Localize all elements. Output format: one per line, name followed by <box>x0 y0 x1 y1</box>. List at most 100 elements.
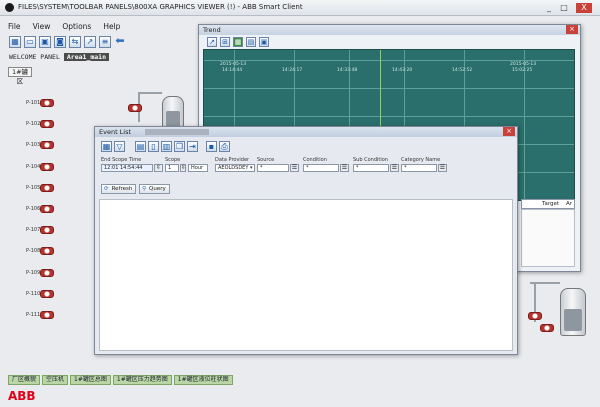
export-icon[interactable]: ⇥ <box>187 141 198 152</box>
pump-label: P-103 <box>26 142 41 149</box>
trend-title: Trend <box>199 25 580 35</box>
menu-bar: File View Options Help <box>8 22 120 33</box>
trend-table-body <box>521 209 575 267</box>
pump-label: P-110 <box>26 290 41 297</box>
pump-p-101[interactable] <box>40 99 54 107</box>
provider-field[interactable]: AEOLDSDEY <box>215 164 255 172</box>
trend-zoom-icon[interactable]: ⊞ <box>220 37 230 47</box>
minimize-button[interactable]: _ <box>543 3 555 13</box>
trend-time-label: 14:24:17 <box>282 68 303 73</box>
trend-date-label: 2015-05-13 <box>220 62 247 67</box>
col-target: Target <box>542 201 560 207</box>
pump-p-103[interactable] <box>40 141 54 150</box>
tab-tank-level-bars[interactable]: 1#罐区液位柱状图 <box>173 375 233 385</box>
trend-settings-icon[interactable]: ▣ <box>259 37 269 47</box>
menu-view[interactable]: View <box>33 22 51 33</box>
tank-graphic-right <box>560 288 586 336</box>
pump-p-102[interactable] <box>40 120 54 129</box>
trend-close-button[interactable]: × <box>566 25 578 34</box>
scope-label: Scope <box>165 157 181 163</box>
trend-chart-icon[interactable]: ↗ <box>207 37 217 47</box>
pump-label: P-108 <box>26 248 41 255</box>
category-browse-button[interactable]: ☰ <box>438 164 447 172</box>
category-label: Category Name <box>401 157 441 163</box>
pump-label: P-106 <box>26 206 41 212</box>
window-title: FILES\SYSTEM\TOOLBAR PANELS\800XA GRAPHI… <box>18 3 303 11</box>
pump-label: P-111 <box>26 312 41 318</box>
chart-bars-icon[interactable]: ▥ <box>161 141 172 152</box>
subcondition-field[interactable]: * <box>353 164 389 172</box>
pump-label: P-105 <box>26 184 41 191</box>
trend-time-label: 14:52:52 <box>452 68 473 73</box>
pump-p-105[interactable] <box>40 183 54 192</box>
back-arrow-icon[interactable]: ⬅ <box>114 35 126 48</box>
pump-graphic[interactable] <box>540 324 554 332</box>
pump-label: P-109 <box>26 269 41 276</box>
window-icon[interactable]: ▭ <box>24 36 36 48</box>
trend-table-header: Target Ar <box>521 199 575 209</box>
chart-icon[interactable]: ▦ <box>9 36 21 48</box>
trend-hgrid-line <box>204 60 574 61</box>
pump-p-104[interactable] <box>40 162 54 171</box>
menu-help[interactable]: Help <box>103 22 120 33</box>
trend-hgrid-line <box>204 88 574 89</box>
event-list-close-button[interactable]: × <box>503 127 515 136</box>
menu-file[interactable]: File <box>8 22 21 33</box>
source-field[interactable]: * <box>257 164 289 172</box>
tab-tank-area-overview[interactable]: 1#罐区总图 <box>70 375 111 385</box>
area-button[interactable]: 1#罐区 <box>8 67 32 85</box>
abb-logo: ABB <box>8 389 36 403</box>
pump-label: P-101 <box>26 100 41 106</box>
area-name[interactable]: Area1_main <box>63 53 110 61</box>
maximize-button[interactable]: □ <box>558 3 570 13</box>
category-field[interactable]: * <box>401 164 437 172</box>
trend-toolbar: ↗ ⊞ ▦ ▤ ▣ <box>207 37 269 47</box>
refresh-button[interactable]: ⟳ Refresh <box>101 184 137 194</box>
list-icon[interactable]: ≡ <box>99 36 111 48</box>
pump-p-111[interactable] <box>40 311 54 319</box>
pump-p-109[interactable] <box>40 268 54 277</box>
close-button[interactable]: X <box>576 3 592 13</box>
trend-table-icon[interactable]: ▤ <box>246 37 256 47</box>
chart-icon[interactable]: ▦ <box>101 141 112 152</box>
pump-p-108[interactable] <box>40 247 54 256</box>
display-icon[interactable]: ▣ <box>39 36 51 48</box>
pump-p-106[interactable] <box>40 205 54 213</box>
tab-plant-overview[interactable]: 厂区概貌 <box>8 375 41 385</box>
pump-p-110[interactable] <box>40 289 54 298</box>
trend-icon[interactable]: ↗ <box>84 36 96 48</box>
tab-tank-pressure-trend[interactable]: 1#罐区压力趋势图 <box>112 375 172 385</box>
scope-unit[interactable]: Hour <box>188 164 208 172</box>
end-time-field[interactable]: 12:01 14:54:44 <box>101 164 153 172</box>
copy-icon[interactable]: ❐ <box>174 141 185 152</box>
pump-graphic[interactable] <box>528 312 542 320</box>
chevron-down-icon[interactable]: ▾ <box>250 165 253 171</box>
print-icon[interactable]: ⎙ <box>219 141 230 152</box>
condition-field[interactable]: * <box>303 164 339 172</box>
event-list-table[interactable] <box>99 199 513 351</box>
pump-p-107[interactable] <box>40 226 54 235</box>
tab-compressor[interactable]: 空压机 <box>42 375 69 385</box>
trend-run-icon[interactable]: ▦ <box>233 37 243 47</box>
scope-field[interactable]: 1 <box>165 164 179 172</box>
camera-icon[interactable]: ◙ <box>54 36 66 48</box>
filter-icon[interactable]: ▽ <box>114 141 125 152</box>
event-list-window: Event List × ▦ ▽ ▤ ▯ ▥ ❐ ⇥ ▪ ⎙ End Scope… <box>94 126 518 355</box>
menu-options[interactable]: Options <box>62 22 91 33</box>
condition-browse-button[interactable]: ☰ <box>340 164 349 172</box>
trend-hgrid-line <box>204 116 574 117</box>
trend-time-label: 14:43:20 <box>392 68 413 73</box>
save-icon[interactable]: ▪ <box>206 141 217 152</box>
source-browse-button[interactable]: ☰ <box>290 164 299 172</box>
bottom-tab-bar: 厂区概貌 空压机 1#罐区总图 1#罐区压力趋势图 1#罐区液位柱状图 <box>8 375 233 385</box>
grid-icon[interactable]: ▤ <box>135 141 146 152</box>
end-time-spinner[interactable]: ⇳ <box>154 164 163 172</box>
subcondition-browse-button[interactable]: ☰ <box>390 164 399 172</box>
refresh-icon: ⟳ <box>104 186 109 192</box>
pump-graphic[interactable] <box>128 104 142 112</box>
obscured-title-text <box>145 129 209 135</box>
scope-spinner[interactable]: ⇳ <box>180 164 186 172</box>
document-icon[interactable]: ▯ <box>148 141 159 152</box>
sync-icon[interactable]: ⇆ <box>69 36 81 48</box>
query-button[interactable]: ⚲ Query <box>139 184 170 194</box>
